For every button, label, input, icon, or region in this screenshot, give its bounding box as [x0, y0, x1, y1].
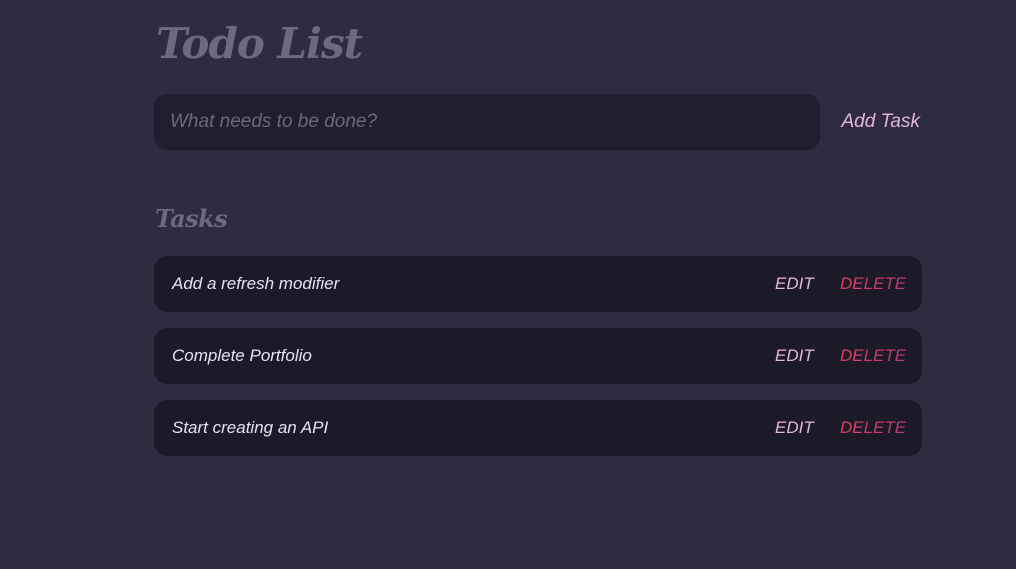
task-item: Add a refresh modifier EDIT DELETE — [154, 256, 922, 312]
app-title: Todo List — [156, 19, 363, 68]
new-task-input[interactable] — [154, 94, 820, 150]
edit-task-button[interactable]: EDIT — [775, 328, 814, 384]
add-task-button[interactable]: Add Task — [836, 94, 920, 150]
tasks-heading: Tasks — [155, 204, 228, 233]
task-list: Add a refresh modifier EDIT DELETE Compl… — [154, 256, 922, 472]
task-text: Start creating an API — [172, 418, 329, 437]
edit-task-button[interactable]: EDIT — [775, 400, 814, 456]
delete-task-button[interactable]: DELETE — [840, 256, 906, 312]
task-text: Complete Portfolio — [172, 346, 312, 365]
delete-task-button[interactable]: DELETE — [840, 328, 906, 384]
add-task-form: Add Task — [154, 94, 934, 150]
task-item: Start creating an API EDIT DELETE — [154, 400, 922, 456]
edit-task-button[interactable]: EDIT — [775, 256, 814, 312]
task-item: Complete Portfolio EDIT DELETE — [154, 328, 922, 384]
task-text: Add a refresh modifier — [172, 274, 340, 293]
delete-task-button[interactable]: DELETE — [840, 400, 906, 456]
